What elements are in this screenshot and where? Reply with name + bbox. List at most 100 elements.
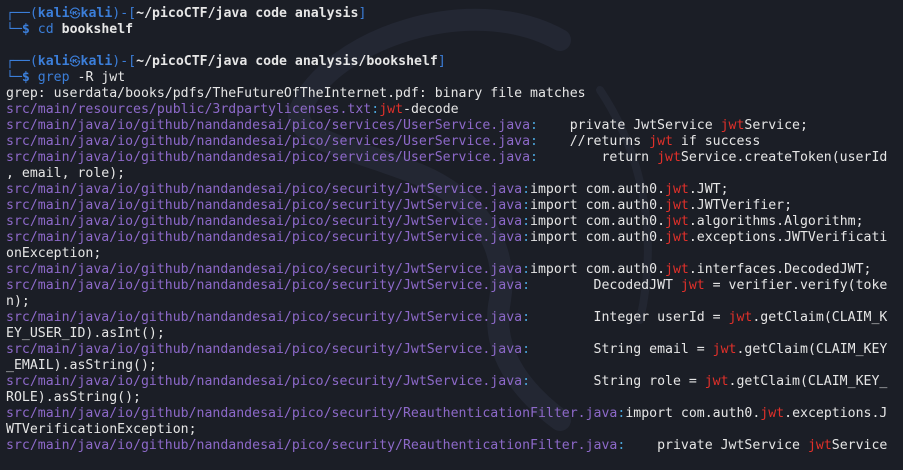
output-line: src/main/java/io/github/nandandesai/pico… bbox=[6, 342, 903, 358]
output-line: EY_USER_ID).asInt(); bbox=[6, 326, 903, 342]
path-separator: : bbox=[522, 214, 531, 229]
output-line: src/main/resources/public/3rdpartylicens… bbox=[6, 102, 903, 118]
match-highlight: jwt bbox=[665, 214, 689, 229]
kali-skull-icon: ㉿ bbox=[69, 7, 81, 20]
path-separator: : bbox=[522, 230, 531, 245]
prompt-frame: ┌──( bbox=[6, 6, 38, 21]
output-text: Service bbox=[831, 438, 888, 453]
path-separator: : bbox=[522, 310, 531, 325]
match-file-path[interactable]: src/main/java/io/github/nandandesai/pico… bbox=[6, 182, 522, 197]
match-highlight: jwt bbox=[665, 230, 689, 245]
prompt-user: kali bbox=[37, 6, 70, 21]
match-file-path[interactable]: src/main/java/io/github/nandandesai/pico… bbox=[6, 134, 530, 149]
output-text: String role = bbox=[530, 374, 705, 389]
command-arg[interactable]: -R bbox=[78, 70, 94, 85]
prompt-dollar: $ bbox=[21, 22, 38, 37]
prompt-user: kali bbox=[37, 54, 70, 69]
output-text: .JWTVerifier; bbox=[688, 198, 793, 213]
output-text: WTVerificationException; bbox=[6, 422, 197, 437]
output-line: src/main/java/io/github/nandandesai/pico… bbox=[6, 230, 903, 246]
match-highlight: jwt bbox=[657, 150, 681, 165]
match-file-path[interactable]: src/main/java/io/github/nandandesai/pico… bbox=[6, 230, 522, 245]
prompt-header: ┌──(kali㉿kali)-[~/picoCTF/java code anal… bbox=[6, 6, 903, 22]
prompt-frame: )-[ bbox=[112, 6, 137, 21]
output-text: return bbox=[537, 150, 658, 165]
output-line: ROLE).asString(); bbox=[6, 390, 903, 406]
output-line: src/main/java/io/github/nandandesai/pico… bbox=[6, 374, 903, 390]
output-text: ROLE).asString(); bbox=[6, 390, 141, 405]
terminal-output: ┌──(kali㉿kali)-[~/picoCTF/java code anal… bbox=[6, 6, 903, 454]
output-text: _EMAIL).asString(); bbox=[6, 358, 157, 373]
output-text: .algorithms.Algorithm; bbox=[688, 214, 864, 229]
match-highlight: jwt bbox=[665, 182, 689, 197]
match-highlight: jwt bbox=[712, 342, 737, 357]
match-highlight: jwt bbox=[720, 118, 745, 133]
prompt-frame: └─ bbox=[6, 22, 22, 37]
match-file-path[interactable]: src/main/java/io/github/nandandesai/pico… bbox=[6, 438, 617, 453]
prompt-frame: )-[ bbox=[112, 54, 137, 69]
match-file-path[interactable]: src/main/resources/public/3rdpartylicens… bbox=[6, 102, 371, 117]
output-text: grep: userdata/books/pdfs/TheFutureOfThe… bbox=[6, 86, 586, 101]
prompt-frame: ┌──( bbox=[6, 54, 38, 69]
prompt-frame: ] bbox=[437, 54, 446, 69]
path-separator: : bbox=[522, 262, 531, 277]
match-highlight: jwt bbox=[379, 102, 404, 117]
path-separator: : bbox=[522, 198, 531, 213]
output-text: import com.auth0. bbox=[530, 198, 666, 213]
match-highlight: jwt bbox=[807, 438, 832, 453]
prompt-header: ┌──(kali㉿kali)-[~/picoCTF/java code anal… bbox=[6, 54, 903, 70]
command-name[interactable]: cd bbox=[38, 22, 54, 37]
prompt-cwd: ~/picoCTF/java code analysis bbox=[136, 6, 359, 21]
output-line: src/main/java/io/github/nandandesai/pico… bbox=[6, 406, 903, 422]
output-text: .exceptions.J bbox=[784, 406, 888, 421]
prompt-host: kali bbox=[80, 6, 113, 21]
match-file-path[interactable]: src/main/java/io/github/nandandesai/pico… bbox=[6, 150, 530, 165]
prompt-frame: ] bbox=[358, 6, 367, 21]
terminal-window[interactable]: ┌──(kali㉿kali)-[~/picoCTF/java code anal… bbox=[0, 0, 903, 470]
command-name[interactable]: grep bbox=[38, 70, 70, 85]
match-file-path[interactable]: src/main/java/io/github/nandandesai/pico… bbox=[6, 118, 530, 133]
command-arg[interactable]: bookshelf bbox=[62, 22, 133, 37]
match-file-path[interactable]: src/main/java/io/github/nandandesai/pico… bbox=[6, 198, 522, 213]
output-text: import com.auth0. bbox=[530, 230, 666, 245]
output-text: onException; bbox=[6, 246, 102, 261]
path-separator: : bbox=[530, 150, 538, 165]
match-file-path[interactable]: src/main/java/io/github/nandandesai/pico… bbox=[6, 310, 522, 325]
match-highlight: jwt bbox=[649, 134, 673, 149]
match-file-path[interactable]: src/main/java/io/github/nandandesai/pico… bbox=[6, 342, 522, 357]
command-arg[interactable]: jwt bbox=[101, 70, 125, 85]
output-line: WTVerificationException; bbox=[6, 422, 903, 438]
kali-skull-icon: ㉿ bbox=[69, 55, 81, 68]
output-text: EY_USER_ID).asInt(); bbox=[6, 326, 165, 341]
output-line: src/main/java/io/github/nandandesai/pico… bbox=[6, 134, 903, 150]
path-separator: : bbox=[522, 342, 531, 357]
output-text: Service; bbox=[744, 118, 808, 133]
match-file-path[interactable]: src/main/java/io/github/nandandesai/pico… bbox=[6, 406, 617, 421]
match-file-path[interactable]: src/main/java/io/github/nandandesai/pico… bbox=[6, 374, 522, 389]
path-separator: : bbox=[371, 102, 380, 117]
match-file-path[interactable]: src/main/java/io/github/nandandesai/pico… bbox=[6, 214, 522, 229]
output-text: import com.auth0. bbox=[530, 262, 666, 277]
output-line: src/main/java/io/github/nandandesai/pico… bbox=[6, 182, 903, 198]
output-text: n); bbox=[6, 294, 30, 309]
match-file-path[interactable]: src/main/java/io/github/nandandesai/pico… bbox=[6, 278, 522, 293]
output-text: import com.auth0. bbox=[530, 214, 666, 229]
output-line: src/main/java/io/github/nandandesai/pico… bbox=[6, 262, 903, 278]
output-line: grep: userdata/books/pdfs/TheFutureOfThe… bbox=[6, 86, 903, 102]
output-text: String email = bbox=[530, 342, 713, 357]
match-file-path[interactable]: src/main/java/io/github/nandandesai/pico… bbox=[6, 262, 522, 277]
output-text: DecodedJWT bbox=[530, 278, 681, 293]
output-text: Integer userId = bbox=[530, 310, 729, 325]
output-text: .getClaim(CLAIM_KEY_ bbox=[728, 374, 888, 389]
prompt-cwd: ~/picoCTF/java code analysis/bookshelf bbox=[136, 54, 438, 69]
output-line: src/main/java/io/github/nandandesai/pico… bbox=[6, 438, 903, 454]
output-line: src/main/java/io/github/nandandesai/pico… bbox=[6, 278, 903, 294]
output-text: , email, role); bbox=[6, 166, 126, 181]
output-text: Service.createToken(userId bbox=[680, 150, 888, 165]
output-text: = verifier.verify(toke bbox=[704, 278, 888, 293]
match-highlight: jwt bbox=[665, 198, 689, 213]
path-separator: : bbox=[522, 182, 531, 197]
output-line: , email, role); bbox=[6, 166, 903, 182]
prompt-host: kali bbox=[80, 54, 113, 69]
